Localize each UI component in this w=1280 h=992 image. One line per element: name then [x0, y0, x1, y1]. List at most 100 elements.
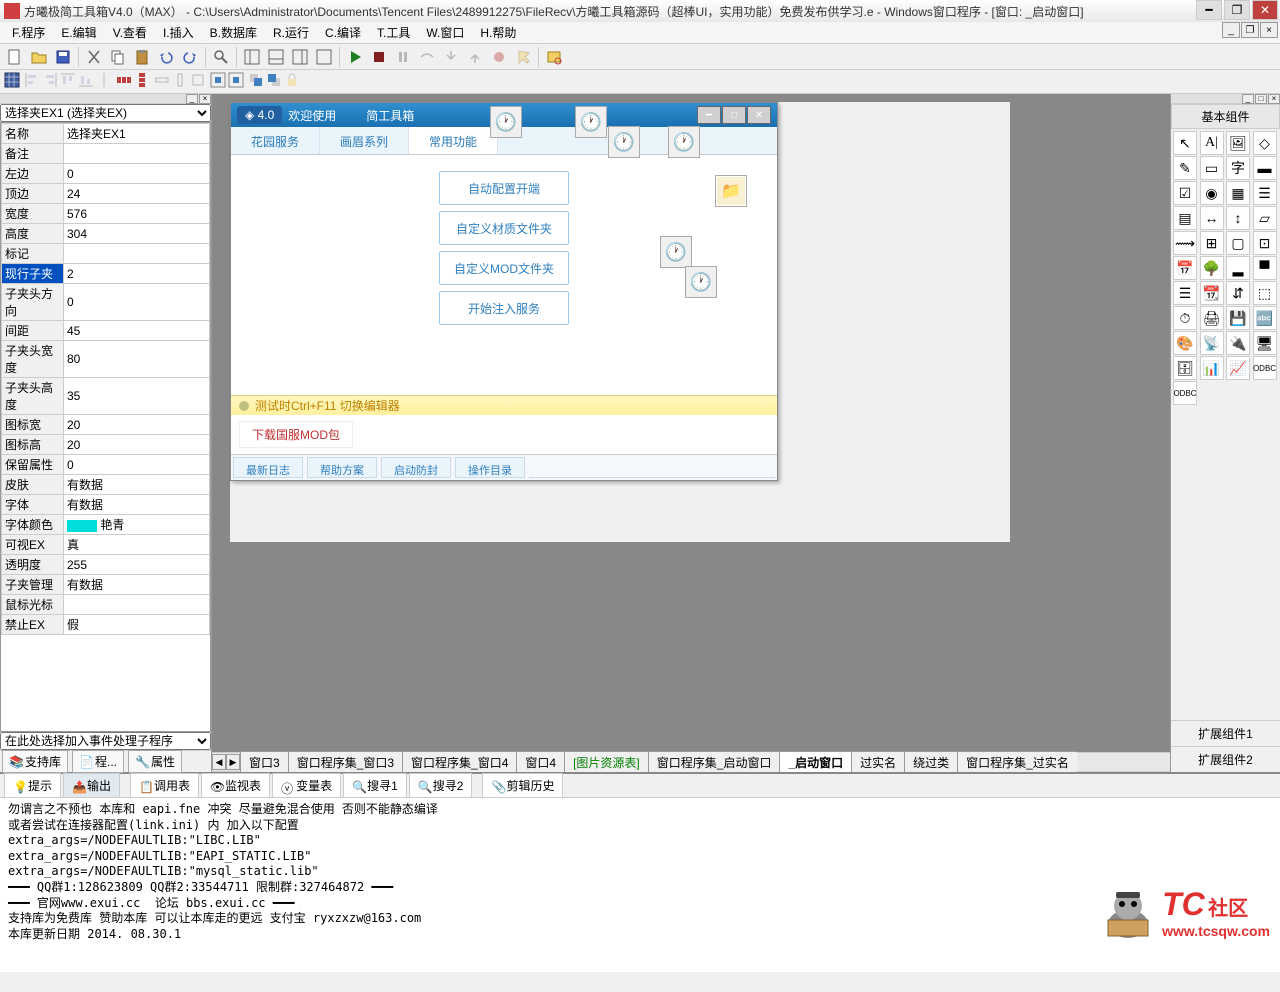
mock-tab-0[interactable]: 花园服务 [231, 127, 320, 154]
prop-val-名称[interactable]: 选择夹EX1 [64, 124, 210, 144]
doctab[interactable]: 窗口3 [240, 751, 289, 772]
component-selector[interactable]: 选择夹EX1 (选择夹EX) [0, 104, 211, 122]
comm-tool[interactable]: 📡 [1200, 331, 1224, 355]
prop-val-顶边[interactable]: 24 [64, 184, 210, 204]
same-width[interactable] [154, 72, 170, 91]
prop-val-子夹头高度[interactable]: 35 [64, 378, 210, 415]
prop-val-鼠标光标[interactable] [64, 595, 210, 615]
form-designer[interactable]: ◈ 4.0 欢迎使用 简工具箱 ━ □ ✕ 花园服务 画眉系列 常用功能 自动配… [212, 94, 1170, 772]
prop-name-备注[interactable]: 备注 [2, 144, 64, 164]
doctab[interactable]: 窗口程序集_过实名 [957, 751, 1077, 772]
folder-icon[interactable] [715, 175, 747, 207]
prop-name-标记[interactable]: 标记 [2, 244, 64, 264]
prop-name-字体颜色[interactable]: 字体颜色 [2, 515, 64, 535]
btab-0[interactable]: 最新日志 [233, 457, 303, 478]
align-right[interactable] [42, 72, 58, 91]
chart-tool[interactable]: 📈 [1226, 356, 1250, 380]
menu-compile[interactable]: C.编译 [317, 22, 369, 43]
prop-val-宽度[interactable]: 576 [64, 204, 210, 224]
dist-h[interactable] [116, 72, 132, 91]
paste-button[interactable] [131, 46, 153, 68]
bring-front[interactable] [248, 72, 264, 91]
panel-close[interactable]: × [199, 94, 211, 104]
timer-icon-1[interactable] [490, 106, 522, 138]
timer-tool[interactable]: ⏱ [1173, 306, 1197, 330]
print-tool[interactable]: 🖨 [1200, 306, 1224, 330]
prop-name-透明度[interactable]: 透明度 [2, 555, 64, 575]
prop-val-子夹头方向[interactable]: 0 [64, 284, 210, 321]
radio-tool[interactable]: ◉ [1200, 181, 1224, 205]
prop-name-鼠标光标[interactable]: 鼠标光标 [2, 595, 64, 615]
prop-val-子夹头宽度[interactable]: 80 [64, 341, 210, 378]
open-button[interactable] [28, 46, 50, 68]
panel-min[interactable]: _ [186, 94, 198, 104]
combo-tool[interactable]: ▦ [1226, 181, 1250, 205]
prop-val-字体颜色[interactable]: 艳青 [64, 515, 210, 535]
step-over-button[interactable] [416, 46, 438, 68]
mock-max[interactable]: □ [722, 106, 746, 124]
cursor-button[interactable] [512, 46, 534, 68]
server-tool[interactable]: 🖥 [1253, 331, 1277, 355]
doctab[interactable]: 窗口程序集_窗口4 [402, 751, 517, 772]
doctab[interactable]: 窗口程序集_窗口3 [288, 751, 403, 772]
minimize-button[interactable]: ━ [1196, 0, 1222, 20]
prop-name-名称[interactable]: 名称 [2, 124, 64, 144]
align-bottom[interactable] [78, 72, 94, 91]
doctab[interactable]: 窗口4 [516, 751, 565, 772]
mock-btn-2[interactable]: 自定义MOD文件夹 [439, 251, 569, 285]
prop-name-皮肤[interactable]: 皮肤 [2, 475, 64, 495]
ip-tool[interactable]: ⬚ [1253, 281, 1277, 305]
prop-val-间距[interactable]: 45 [64, 321, 210, 341]
odbc2-tool[interactable]: ODBC [1173, 381, 1197, 405]
prop-name-子夹头高度[interactable]: 子夹头高度 [2, 378, 64, 415]
prop-val-标记[interactable] [64, 244, 210, 264]
prop-val-禁止EX[interactable]: 假 [64, 615, 210, 635]
ext-components-2[interactable]: 扩展组件2 [1171, 746, 1280, 772]
odbc-tool[interactable]: ODBC [1253, 356, 1277, 380]
prop-val-左边[interactable]: 0 [64, 164, 210, 184]
dist-v[interactable] [134, 72, 150, 91]
maximize-button[interactable]: ❐ [1224, 0, 1250, 20]
output-text[interactable]: 勿谓言之不预也 本库和 eapi.fne 冲突 尽量避免混合使用 否则不能静态编… [0, 798, 1280, 972]
step-out-button[interactable] [464, 46, 486, 68]
tab-nav-right[interactable]: ▶ [226, 754, 240, 770]
prop-val-现行子夹[interactable]: 2 [64, 264, 210, 284]
tab-nav-left[interactable]: ◀ [212, 754, 226, 770]
otab-output[interactable]: 📤输出 [63, 773, 120, 798]
toolbox-max[interactable]: □ [1255, 94, 1267, 104]
doctab[interactable]: 窗口程序集_启动窗口 [648, 751, 781, 772]
doctab[interactable]: 绕过类 [904, 751, 958, 772]
send-back[interactable] [266, 72, 282, 91]
picture-tool[interactable]: 🖼 [1226, 131, 1250, 155]
mock-link[interactable]: 下载国服MOD包 [239, 421, 353, 448]
new-button[interactable] [4, 46, 26, 68]
prop-name-顶边[interactable]: 顶边 [2, 184, 64, 204]
timer-icon-2[interactable] [575, 106, 607, 138]
socket-tool[interactable]: 🔌 [1226, 331, 1250, 355]
stop-button[interactable] [368, 46, 390, 68]
otab-vars[interactable]: ⓥ变量表 [272, 773, 341, 798]
date-tool[interactable]: 📆 [1200, 281, 1224, 305]
mdi-close[interactable]: × [1260, 22, 1278, 38]
mock-min[interactable]: ━ [697, 106, 721, 124]
layout2-button[interactable] [265, 46, 287, 68]
timer-icon-3[interactable] [608, 126, 640, 158]
mock-tab-1[interactable]: 画眉系列 [320, 127, 409, 154]
button-tool[interactable]: ▬ [1253, 156, 1277, 180]
otab-find2[interactable]: 🔍搜寻2 [409, 773, 473, 798]
prop-name-图标高[interactable]: 图标高 [2, 435, 64, 455]
prop-val-保留属性[interactable]: 0 [64, 455, 210, 475]
calendar-tool[interactable]: 📅 [1173, 256, 1197, 280]
check-tool[interactable]: ☑ [1173, 181, 1197, 205]
menu-database[interactable]: B.数据库 [202, 22, 265, 43]
group-tool[interactable]: ⊡ [1253, 231, 1277, 255]
prop-name-禁止EX[interactable]: 禁止EX [2, 615, 64, 635]
property-grid[interactable]: 名称选择夹EX1备注左边0顶边24宽度576高度304标记现行子夹2子夹头方向0… [0, 122, 211, 732]
prop-name-子夹头方向[interactable]: 子夹头方向 [2, 284, 64, 321]
grid-toggle[interactable] [4, 72, 20, 91]
find-button[interactable] [210, 46, 232, 68]
align-center-h[interactable] [96, 72, 112, 91]
timer-icon-5[interactable] [660, 236, 692, 268]
pointer-tool[interactable]: ↖ [1173, 131, 1197, 155]
prop-val-高度[interactable]: 304 [64, 224, 210, 244]
